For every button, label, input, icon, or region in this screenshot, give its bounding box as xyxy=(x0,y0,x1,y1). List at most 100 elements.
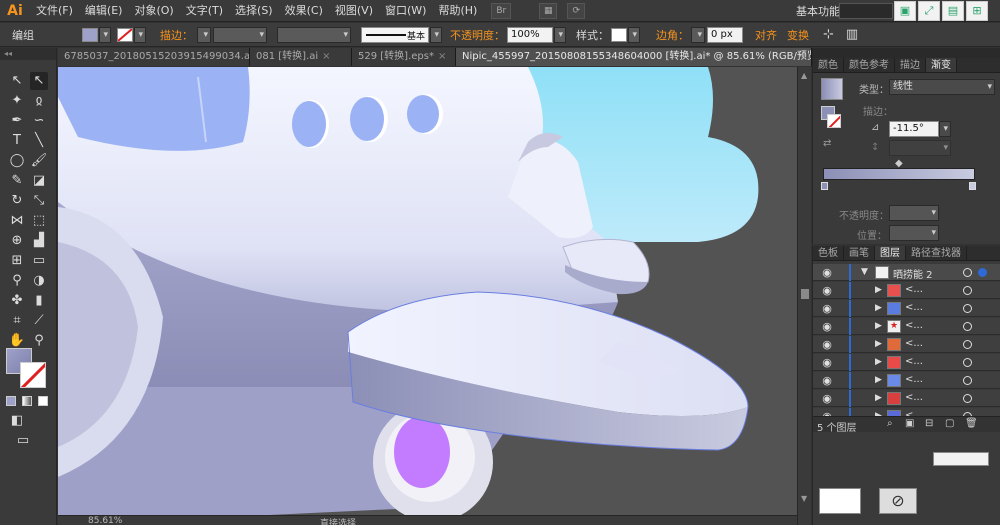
menu-help[interactable]: 帮助(H) xyxy=(432,0,483,22)
target-icon[interactable] xyxy=(963,286,972,295)
vertical-scrollbar[interactable]: ▲ ▼ xyxy=(797,67,811,525)
menu-window[interactable]: 窗口(W) xyxy=(379,0,432,22)
free-transform-tool-icon[interactable]: ⬚ xyxy=(30,212,48,230)
layer-name[interactable]: <... xyxy=(905,356,923,367)
window-tool-icon-1[interactable]: ▣ xyxy=(894,1,916,21)
eye-icon[interactable]: ◉ xyxy=(820,265,834,280)
help-search-input[interactable] xyxy=(839,3,893,19)
tab-pathfinder[interactable]: 路径查找器 xyxy=(906,246,967,260)
opacity-field[interactable]: 100% xyxy=(507,26,553,43)
corner-radius-field[interactable]: 0 px xyxy=(707,26,743,43)
artboard-canvas[interactable] xyxy=(58,67,797,525)
sublayer-row[interactable]: ◉ ▶ <... xyxy=(813,354,1000,371)
gradient-type-dropdown[interactable]: 线性 xyxy=(889,79,995,95)
gradient-tool-icon[interactable]: ▭ xyxy=(30,252,48,270)
eyedropper-tool-icon[interactable]: ⚲ xyxy=(8,272,26,290)
delete-layer-icon[interactable]: 🗑 xyxy=(965,418,978,429)
stroke-label[interactable]: 描边： xyxy=(160,27,193,43)
new-layer-icon[interactable]: ▢ xyxy=(945,418,954,429)
isolate-icon[interactable]: ⊹ xyxy=(823,27,834,42)
scroll-up-icon[interactable]: ▲ xyxy=(801,71,807,80)
fill-stroke-toggle[interactable] xyxy=(821,106,841,128)
stroke-swatch[interactable] xyxy=(117,27,133,42)
window-tool-icon-2[interactable]: ⤢ xyxy=(918,1,940,21)
layer-row-top[interactable]: ◉ ▼ 晒捞能 2 xyxy=(813,264,1000,281)
zoom-level[interactable]: 85.61% xyxy=(88,516,122,525)
mesh-tool-icon[interactable]: ⊞ xyxy=(8,252,26,270)
column-graph-tool-icon[interactable]: ▮ xyxy=(30,292,48,310)
paintbrush-tool-icon[interactable]: 🖌 xyxy=(30,152,48,170)
gpu-performance-icon[interactable]: ⟳ xyxy=(567,2,586,19)
opacity-label[interactable]: 不透明度： xyxy=(450,27,505,43)
target-icon[interactable] xyxy=(963,322,972,331)
tab-document-3[interactable]: 529 [转换].eps* × xyxy=(352,48,456,66)
aspect-ratio-field[interactable] xyxy=(889,140,951,156)
tab-swatches[interactable]: 色板 xyxy=(813,246,844,260)
eye-icon[interactable]: ◉ xyxy=(820,355,834,370)
stroke-weight-field[interactable] xyxy=(213,26,267,43)
menu-edit[interactable]: 编辑(E) xyxy=(79,0,129,22)
panel-dock-header[interactable] xyxy=(813,48,1000,58)
scrollbar-thumb[interactable] xyxy=(801,289,809,299)
tab-stroke[interactable]: 描边 xyxy=(895,58,926,72)
opacity-field-lower[interactable] xyxy=(933,452,989,466)
target-icon[interactable] xyxy=(963,304,972,313)
target-icon[interactable] xyxy=(963,340,972,349)
expand-arrow-icon[interactable]: ▶ xyxy=(875,355,882,370)
selection-indicator[interactable] xyxy=(978,268,987,277)
none-mode-button[interactable] xyxy=(38,396,48,406)
close-icon[interactable]: × xyxy=(322,51,330,62)
symbol-sprayer-tool-icon[interactable]: ✤ xyxy=(8,292,26,310)
window-tool-icon-3[interactable]: ▤ xyxy=(942,1,964,21)
target-icon[interactable] xyxy=(963,268,972,277)
stroke-weight-stepper[interactable] xyxy=(197,26,211,43)
menu-view[interactable]: 视图(V) xyxy=(329,0,379,22)
stop-location-field[interactable] xyxy=(889,225,939,241)
selection-tool-icon[interactable]: ↖ xyxy=(8,72,26,90)
locate-object-icon[interactable]: ⌕ xyxy=(887,418,893,429)
sublayer-row[interactable]: ◉ ▶ ★ <... xyxy=(813,318,1000,335)
eye-icon[interactable]: ◉ xyxy=(820,283,834,298)
eye-icon[interactable]: ◉ xyxy=(820,319,834,334)
aspect-ratio-icon[interactable]: ↕ xyxy=(871,142,879,153)
eye-icon[interactable]: ◉ xyxy=(820,337,834,352)
gradient-mode-button[interactable] xyxy=(22,396,32,406)
reverse-gradient-icon[interactable]: ⇄ xyxy=(823,138,831,149)
layer-name[interactable]: <... xyxy=(905,302,923,313)
sublayer-row[interactable]: ◉ ▶ <... xyxy=(813,372,1000,389)
blend-tool-icon[interactable]: ◑ xyxy=(30,272,48,290)
color-mode-button[interactable] xyxy=(6,396,16,406)
eraser-tool-icon[interactable]: ◪ xyxy=(30,172,48,190)
gradient-angle-dropdown[interactable] xyxy=(939,121,951,137)
sublayer-row[interactable]: ◉ ▶ <... xyxy=(813,300,1000,317)
gradient-angle-field[interactable]: -11.5° xyxy=(889,121,939,137)
gradient-slider[interactable] xyxy=(823,168,975,180)
expand-arrow-icon[interactable]: ▶ xyxy=(875,373,882,388)
expand-arrow-icon[interactable]: ▶ xyxy=(875,391,882,406)
stop-opacity-field[interactable] xyxy=(889,205,939,221)
layer-name[interactable]: <... xyxy=(905,284,923,295)
fill-dropdown[interactable] xyxy=(99,26,111,43)
sublayer-row[interactable]: ◉ ▶ <... xyxy=(813,282,1000,299)
stroke-dropdown[interactable] xyxy=(134,26,146,43)
tab-layers[interactable]: 图层 xyxy=(875,246,906,260)
tab-document-2[interactable]: 081 [转换].ai × xyxy=(250,48,352,66)
expand-arrow-icon[interactable]: ▶ xyxy=(875,319,882,334)
target-icon[interactable] xyxy=(963,394,972,403)
corner-stepper[interactable] xyxy=(691,26,705,43)
graphic-style-dropdown[interactable] xyxy=(628,26,640,43)
shape-builder-tool-icon[interactable]: ⊕ xyxy=(8,232,26,250)
width-tool-icon[interactable]: ⋈ xyxy=(8,212,26,230)
sublayer-row[interactable]: ◉ ▶ <... xyxy=(813,390,1000,407)
screen-mode-icon[interactable]: ▭ xyxy=(14,432,32,450)
target-icon[interactable] xyxy=(963,358,972,367)
layer-name[interactable]: <... xyxy=(905,392,923,403)
gradient-stop-start[interactable] xyxy=(821,182,828,190)
menu-select[interactable]: 选择(S) xyxy=(229,0,279,22)
opacity-dropdown[interactable] xyxy=(554,26,566,43)
tab-document-active[interactable]: Nipic_455997_20150808155348604000 [转换].a… xyxy=(456,48,812,66)
menu-object[interactable]: 对象(O) xyxy=(128,0,179,22)
eye-icon[interactable]: ◉ xyxy=(820,301,834,316)
pen-tool-icon[interactable]: ✒ xyxy=(8,112,26,130)
tab-document-1[interactable]: 6785037_20180515203915499034.ai* xyxy=(58,48,250,66)
